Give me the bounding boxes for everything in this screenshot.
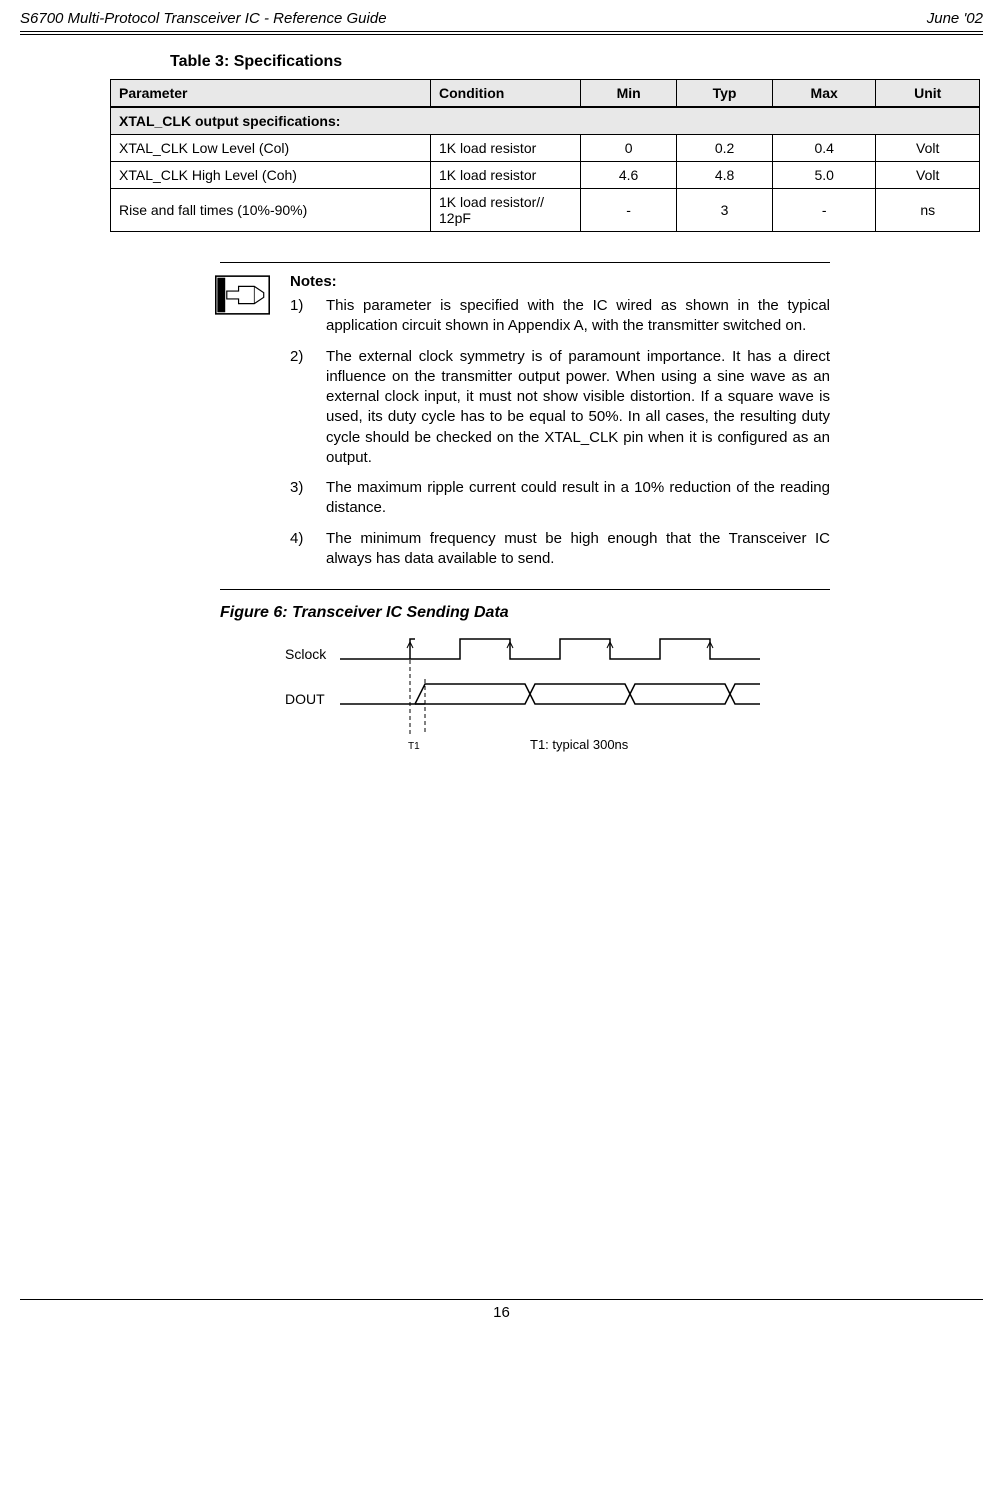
note-num: 3) [290,478,326,519]
note-item: 4) The minimum frequency must be high en… [290,529,830,570]
notes-block: Notes: 1) This parameter is specified wi… [220,262,830,590]
timing-diagram: Sclock DOUT T1 T1: typical 300ns [280,634,780,784]
page-header: S6700 Multi-Protocol Transceiver IC - Re… [20,0,983,31]
cell-param: Rise and fall times (10%-90%) [111,189,431,232]
cell-max: 0.4 [772,135,876,162]
cell-min: 0 [581,135,677,162]
header-right: June '02 [927,10,983,27]
note-item: 2) The external clock symmetry is of par… [290,347,830,469]
cell-cond: 1K load resistor [431,135,581,162]
header-rule-1 [20,31,983,32]
table-section-row: XTAL_CLK output specifications: [111,107,980,135]
cell-typ: 0.2 [677,135,773,162]
th-max: Max [772,80,876,108]
table-caption: Table 3: Specifications [170,53,983,71]
cell-unit: Volt [876,162,980,189]
cell-min: 4.6 [581,162,677,189]
note-text: The minimum frequency must be high enoug… [326,529,830,570]
cell-typ: 4.8 [677,162,773,189]
note-item: 3) The maximum ripple current could resu… [290,478,830,519]
note-text: This parameter is specified with the IC … [326,296,830,337]
cell-min: - [581,189,677,232]
figure-caption: Figure 6: Transceiver IC Sending Data [220,604,983,622]
table-row: XTAL_CLK High Level (Coh) 1K load resist… [111,162,980,189]
cell-typ: 3 [677,189,773,232]
cell-unit: Volt [876,135,980,162]
t1-note: T1: typical 300ns [530,737,629,752]
note-num: 2) [290,347,326,469]
cell-cond: 1K load resistor [431,162,581,189]
cell-param: XTAL_CLK Low Level (Col) [111,135,431,162]
cell-max: 5.0 [772,162,876,189]
note-item: 1) This parameter is specified with the … [290,296,830,337]
pointing-hand-icon [215,275,270,315]
notes-title: Notes: [290,273,830,290]
specifications-table: Parameter Condition Min Typ Max Unit XTA… [110,79,980,232]
page-number: 16 [493,1304,510,1321]
table-row: XTAL_CLK Low Level (Col) 1K load resisto… [111,135,980,162]
th-min: Min [581,80,677,108]
header-left: S6700 Multi-Protocol Transceiver IC - Re… [20,10,387,27]
note-text: The external clock symmetry is of paramo… [326,347,830,469]
cell-max: - [772,189,876,232]
note-text: The maximum ripple current could result … [326,478,830,519]
table-row: Rise and fall times (10%-90%) 1K load re… [111,189,980,232]
table-header-row: Parameter Condition Min Typ Max Unit [111,80,980,108]
notes-list: 1) This parameter is specified with the … [290,296,830,569]
note-num: 4) [290,529,326,570]
cell-param: XTAL_CLK High Level (Coh) [111,162,431,189]
th-parameter: Parameter [111,80,431,108]
th-unit: Unit [876,80,980,108]
cell-cond: 1K load resistor// 12pF [431,189,581,232]
section-cell: XTAL_CLK output specifications: [111,107,980,135]
header-rule-2 [20,34,983,35]
note-num: 1) [290,296,326,337]
page-footer: 16 [20,1299,983,1321]
cell-unit: ns [876,189,980,232]
th-condition: Condition [431,80,581,108]
dout-label: DOUT [285,691,325,707]
th-typ: Typ [677,80,773,108]
t1-marker: T1 [408,741,420,752]
sclock-label: Sclock [285,646,327,662]
